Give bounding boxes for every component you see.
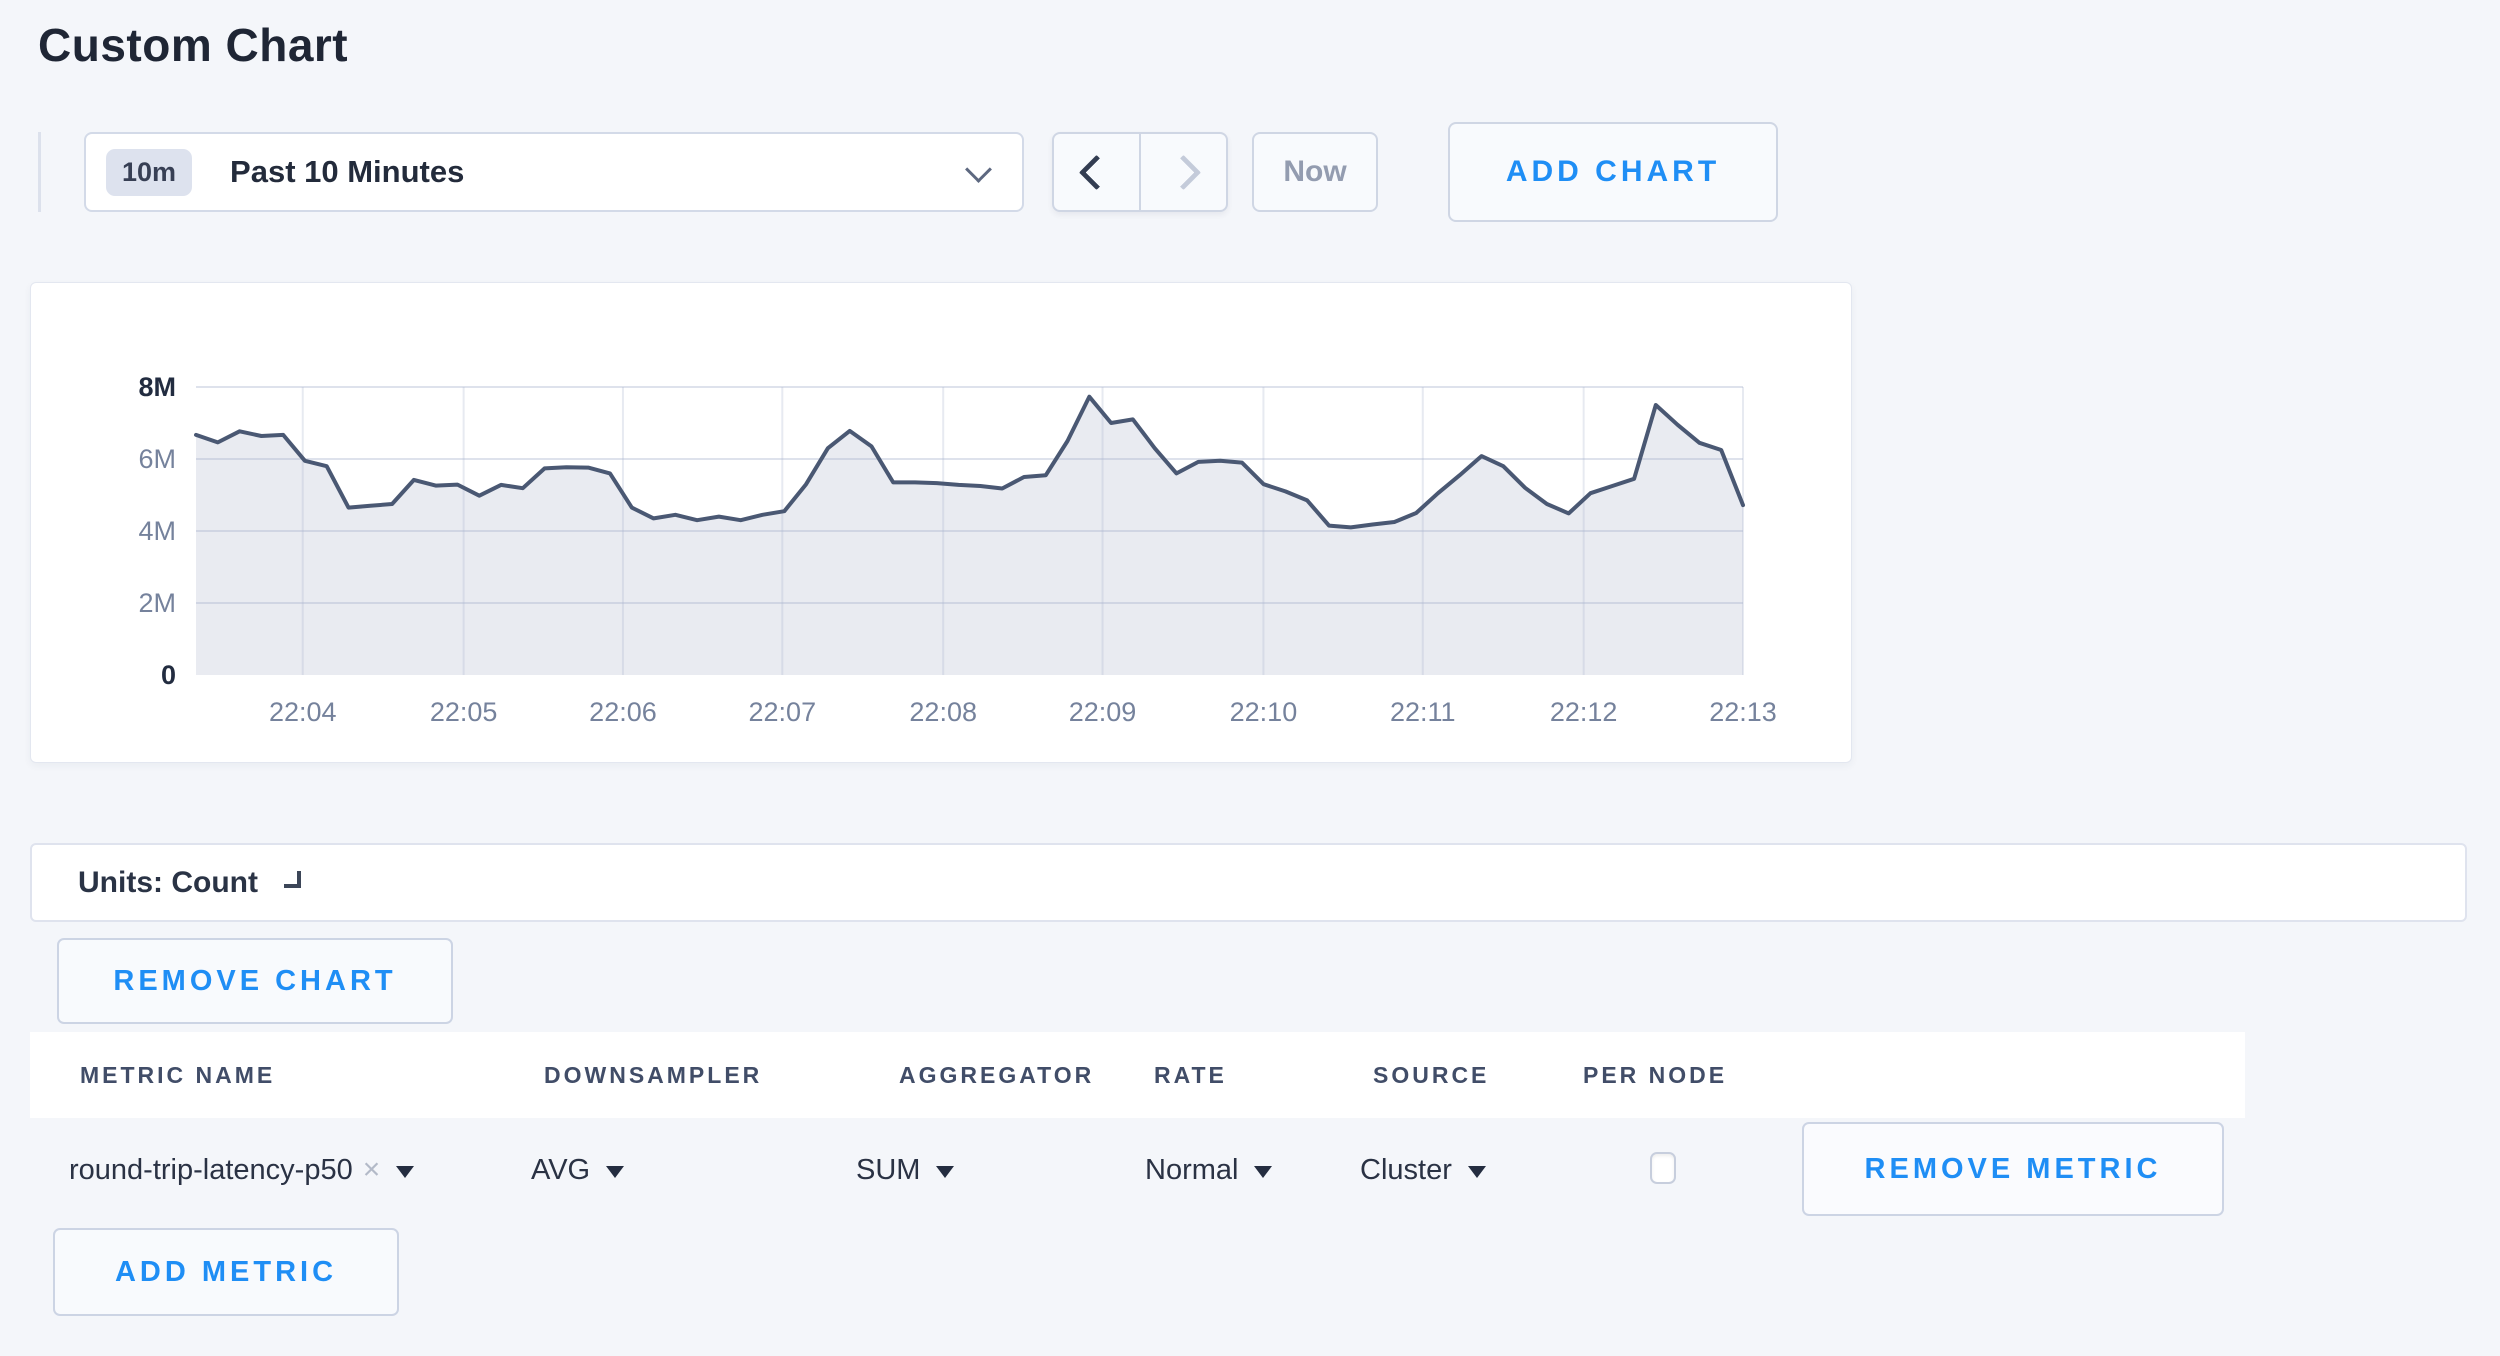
chart-area-fill xyxy=(196,397,1743,675)
previous-interval-button[interactable] xyxy=(1054,134,1141,210)
units-label: Units: Count xyxy=(78,866,258,900)
source-dropdown[interactable]: Cluster xyxy=(1360,1140,1486,1200)
column-header-downsampler: DOWNSAMPLER xyxy=(544,1062,762,1089)
svg-text:0: 0 xyxy=(161,660,176,690)
page-title: Custom Chart xyxy=(38,18,348,72)
downsampler-value: AVG xyxy=(531,1154,590,1187)
column-header-source: SOURCE xyxy=(1373,1062,1489,1089)
svg-text:22:11: 22:11 xyxy=(1390,697,1456,727)
remove-metric-button[interactable]: REMOVE METRIC xyxy=(1802,1122,2224,1216)
caret-down-icon xyxy=(936,1166,954,1178)
aggregator-dropdown[interactable]: SUM xyxy=(856,1140,954,1200)
chart-card: 22:04 22:05 22:06 22:07 22:08 22:09 22:10 22:11… xyxy=(30,282,1852,763)
custom-chart-page: Custom Chart 10m Past 10 Minutes Now ADD… xyxy=(0,0,2500,1356)
metric-name-value: round-trip-latency-p50 xyxy=(69,1154,353,1187)
svg-text:22:07: 22:07 xyxy=(749,697,817,727)
chevron-left-icon xyxy=(1079,154,1114,189)
chevron-right-icon xyxy=(1166,154,1201,189)
add-chart-button[interactable]: ADD CHART xyxy=(1448,122,1778,222)
svg-text:6M: 6M xyxy=(138,444,176,474)
source-value: Cluster xyxy=(1360,1154,1452,1187)
caret-down-icon xyxy=(606,1166,624,1178)
downsampler-dropdown[interactable]: AVG xyxy=(531,1140,624,1200)
svg-text:22:10: 22:10 xyxy=(1230,697,1298,727)
next-interval-button[interactable] xyxy=(1141,134,1226,210)
time-range-label: Past 10 Minutes xyxy=(230,154,464,190)
caret-down-icon xyxy=(396,1166,414,1178)
time-range-badge: 10m xyxy=(106,149,192,196)
column-header-aggregator: AGGREGATOR xyxy=(899,1062,1094,1089)
aggregator-value: SUM xyxy=(856,1154,920,1187)
add-metric-button[interactable]: ADD METRIC xyxy=(53,1228,399,1316)
svg-text:22:04: 22:04 xyxy=(269,697,337,727)
chevron-down-icon xyxy=(965,156,992,183)
svg-text:22:12: 22:12 xyxy=(1550,697,1618,727)
remove-chart-button[interactable]: REMOVE CHART xyxy=(57,938,453,1024)
time-range-dropdown[interactable]: 10m Past 10 Minutes xyxy=(84,132,1024,212)
caret-down-icon xyxy=(1468,1166,1486,1178)
column-header-metric-name: METRIC NAME xyxy=(80,1062,275,1089)
column-header-per-node: PER NODE xyxy=(1583,1062,1727,1089)
caret-down-icon xyxy=(1254,1166,1272,1178)
svg-text:22:08: 22:08 xyxy=(909,697,977,727)
rate-dropdown[interactable]: Normal xyxy=(1145,1140,1272,1200)
toolbar-divider xyxy=(38,132,41,212)
rate-value: Normal xyxy=(1145,1154,1238,1187)
svg-text:8M: 8M xyxy=(138,372,176,402)
remove-tag-icon[interactable]: × xyxy=(363,1153,381,1187)
time-step-buttons xyxy=(1052,132,1228,212)
column-header-rate: RATE xyxy=(1154,1062,1227,1089)
units-dropdown[interactable]: Units: Count xyxy=(30,843,2467,922)
svg-text:22:09: 22:09 xyxy=(1069,697,1137,727)
now-button[interactable]: Now xyxy=(1252,132,1378,212)
svg-text:22:05: 22:05 xyxy=(430,697,498,727)
svg-text:2M: 2M xyxy=(138,588,176,618)
per-node-checkbox[interactable] xyxy=(1650,1152,1676,1184)
svg-text:22:06: 22:06 xyxy=(589,697,657,727)
metrics-table-header: METRIC NAME DOWNSAMPLER AGGREGATOR RATE … xyxy=(30,1032,2245,1118)
svg-text:22:13: 22:13 xyxy=(1709,697,1777,727)
chevron-down-icon xyxy=(284,871,301,888)
metric-name-dropdown[interactable]: round-trip-latency-p50 × xyxy=(69,1140,414,1200)
timeseries-chart: 22:04 22:05 22:06 22:07 22:08 22:09 22:10 22:11… xyxy=(31,283,1851,762)
svg-text:4M: 4M xyxy=(138,516,176,546)
